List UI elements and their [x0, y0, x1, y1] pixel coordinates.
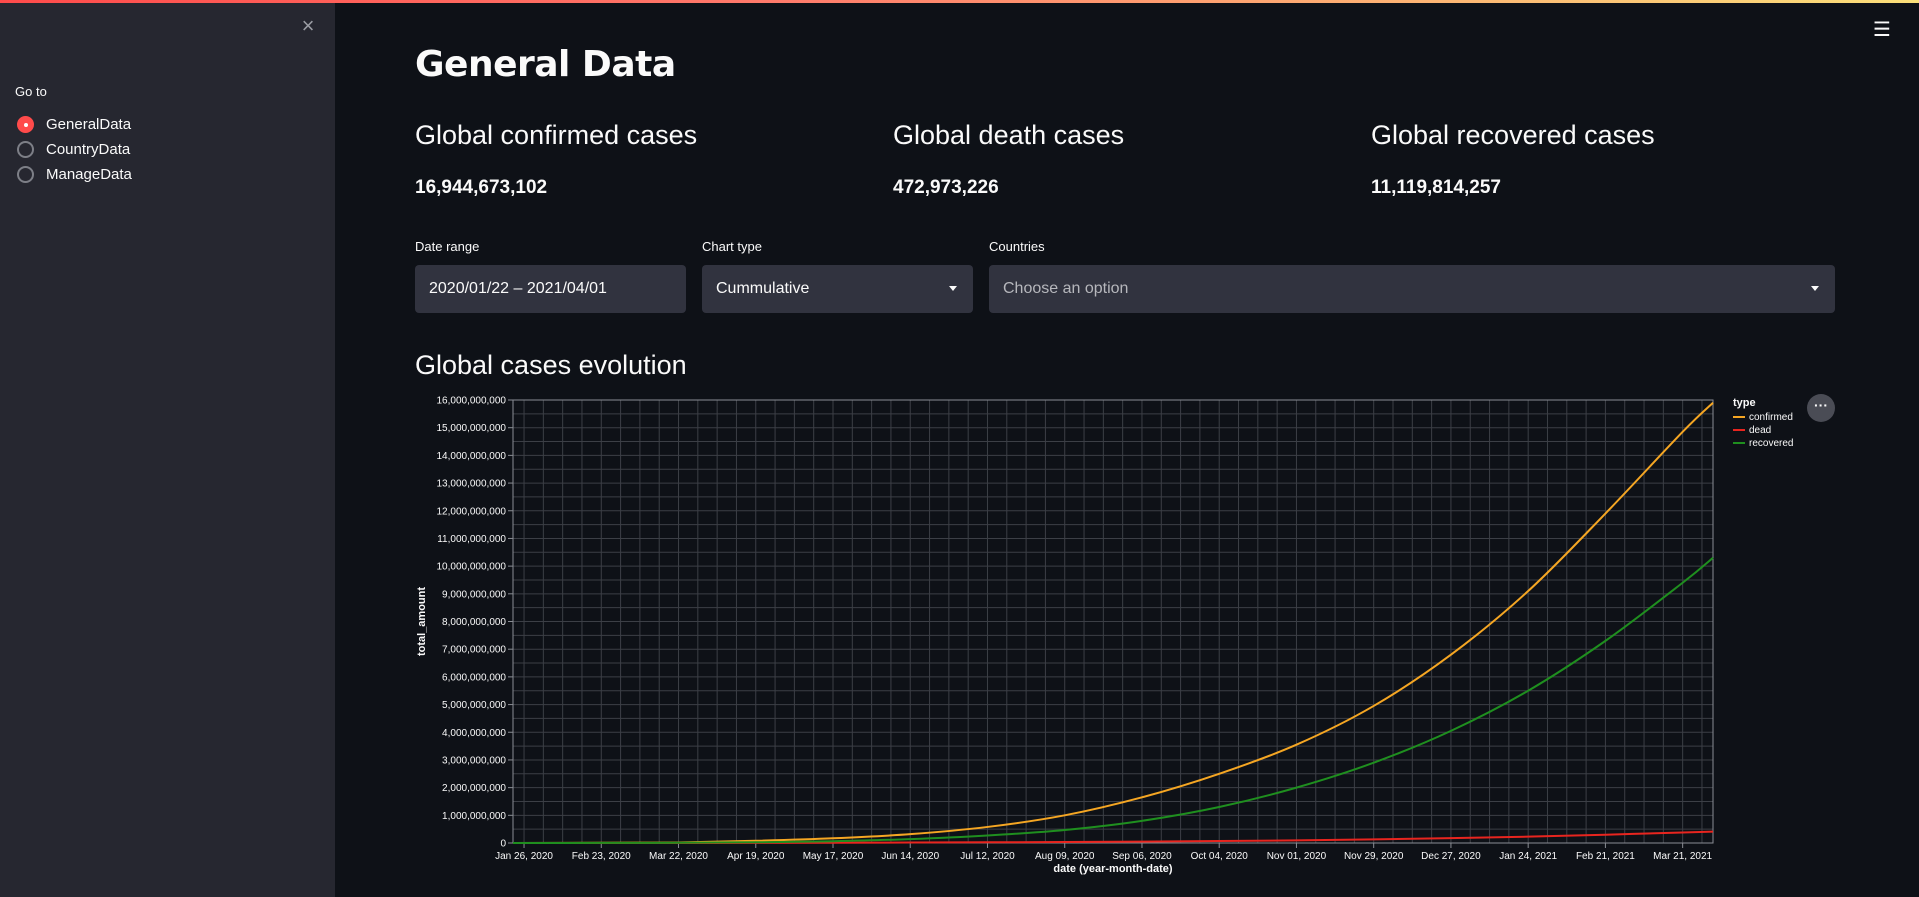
x-tick-label: Jul 12, 2020 [960, 851, 1015, 862]
y-tick-label: 1,000,000,000 [442, 811, 506, 822]
radio-option-generaldata[interactable]: GeneralData [17, 112, 132, 137]
x-tick-label: Sep 06, 2020 [1112, 851, 1172, 862]
radio-button-icon[interactable] [17, 116, 34, 133]
radio-button-icon[interactable] [17, 141, 34, 158]
y-tick-label: 11,000,000,000 [437, 534, 506, 545]
hamburger-menu-icon[interactable]: ☰ [1870, 18, 1894, 42]
metric-confirmed: Global confirmed cases 16,944,673,102 [415, 120, 875, 199]
x-tick-label: Nov 29, 2020 [1344, 851, 1404, 862]
y-tick-label: 7,000,000,000 [442, 645, 506, 656]
x-tick-label: Mar 22, 2020 [649, 851, 708, 862]
chart-grid [513, 399, 1713, 844]
x-tick-label: Jan 26, 2020 [495, 851, 553, 862]
metric-label: Global death cases [893, 120, 1125, 150]
x-tick-label: Aug 09, 2020 [1035, 851, 1095, 862]
metric-value: 472,973,226 [893, 177, 999, 198]
radio-option-countrydata[interactable]: CountryData [17, 137, 132, 162]
chart-type-select[interactable]: Cummulative [702, 265, 973, 313]
y-tick-label: 10,000,000,000 [436, 562, 506, 573]
x-tick-label: Apr 19, 2020 [727, 851, 785, 862]
page-title: General Data [415, 44, 676, 85]
x-tick-label: Feb 21, 2021 [1576, 851, 1635, 862]
radio-option-managedata[interactable]: ManageData [17, 162, 132, 187]
date-range-value: 2020/01/22 – 2021/04/01 [429, 280, 607, 297]
radio-option-label: CountryData [46, 141, 131, 158]
y-tick-label: 2,000,000,000 [442, 783, 506, 794]
countries-label: Countries [989, 239, 1045, 254]
y-tick-label: 8,000,000,000 [442, 617, 506, 628]
metric-label: Global confirmed cases [415, 120, 698, 150]
metric-value: 16,944,673,102 [415, 177, 548, 198]
chart-heading: Global cases evolution [415, 350, 687, 380]
y-tick-label: 16,000,000,000 [436, 396, 506, 407]
date-range-input[interactable]: 2020/01/22 – 2021/04/01 [415, 265, 686, 313]
y-tick-label: 3,000,000,000 [442, 755, 506, 766]
metric-value: 11,119,814,257 [1371, 177, 1501, 198]
page-radio-group: GeneralData CountryData ManageData [17, 112, 132, 187]
x-axis-title: date (year-month-date) [1053, 863, 1173, 875]
date-range-label: Date range [415, 239, 480, 254]
radio-option-label: GeneralData [46, 116, 132, 133]
metric-label: Global recovered cases [1371, 120, 1655, 150]
y-tick-label: 6,000,000,000 [442, 672, 506, 683]
chart-legend: type confirmed dead recovered [1733, 397, 1793, 449]
metric-deaths: Global death cases 472,973,226 [893, 120, 1353, 199]
x-tick-label: Jan 24, 2021 [1499, 851, 1557, 862]
y-tick-label: 9,000,000,000 [442, 589, 506, 600]
x-tick-label: May 17, 2020 [803, 851, 864, 862]
chevron-down-icon [949, 286, 957, 291]
radio-button-icon[interactable] [17, 166, 34, 183]
countries-multiselect[interactable]: Choose an option [989, 265, 1835, 313]
x-tick-label: Nov 01, 2020 [1267, 851, 1327, 862]
close-sidebar-icon[interactable]: × [296, 14, 320, 38]
series-line-recovered [512, 557, 1714, 844]
y-tick-label: 13,000,000,000 [436, 479, 506, 490]
legend-title: type [1733, 397, 1756, 409]
y-tick-label: 15,000,000,000 [436, 423, 506, 434]
y-tick-label: 12,000,000,000 [436, 506, 506, 517]
x-tick-label: Dec 27, 2020 [1421, 851, 1481, 862]
x-tick-label: Oct 04, 2020 [1191, 851, 1249, 862]
sidebar: × Go to GeneralData CountryData ManageDa… [0, 0, 335, 897]
countries-placeholder: Choose an option [1003, 280, 1129, 297]
x-tick-label: Jun 14, 2020 [881, 851, 939, 862]
legend-label-recovered: recovered [1749, 438, 1793, 449]
cases-line-chart: 0 1,000,000,000 2,000,000,000 3,000,000,000… [416, 396, 1793, 876]
radio-option-label: ManageData [46, 166, 132, 183]
x-tick-label: Feb 23, 2020 [572, 851, 631, 862]
metric-recovered: Global recovered cases 11,119,814,257 [1371, 120, 1831, 199]
main-content: General Data Global confirmed cases 16,9… [415, 0, 1835, 897]
y-tick-label: 4,000,000,000 [442, 728, 506, 739]
y-tick-label: 0 [500, 839, 506, 850]
y-axis-title: total_amount [416, 587, 428, 656]
goto-label: Go to [15, 84, 47, 99]
y-tick-label: 5,000,000,000 [442, 700, 506, 711]
chevron-down-icon [1811, 286, 1819, 291]
chart-type-value: Cummulative [716, 280, 810, 297]
y-tick-label: 14,000,000,000 [436, 451, 506, 462]
chart-type-label: Chart type [702, 239, 762, 254]
legend-label-confirmed: confirmed [1749, 412, 1793, 423]
chart-more-options-icon[interactable]: ··· [1807, 394, 1835, 422]
x-tick-label: Mar 21, 2021 [1653, 851, 1712, 862]
top-decoration-bar [0, 0, 1919, 3]
legend-label-dead: dead [1749, 425, 1771, 436]
